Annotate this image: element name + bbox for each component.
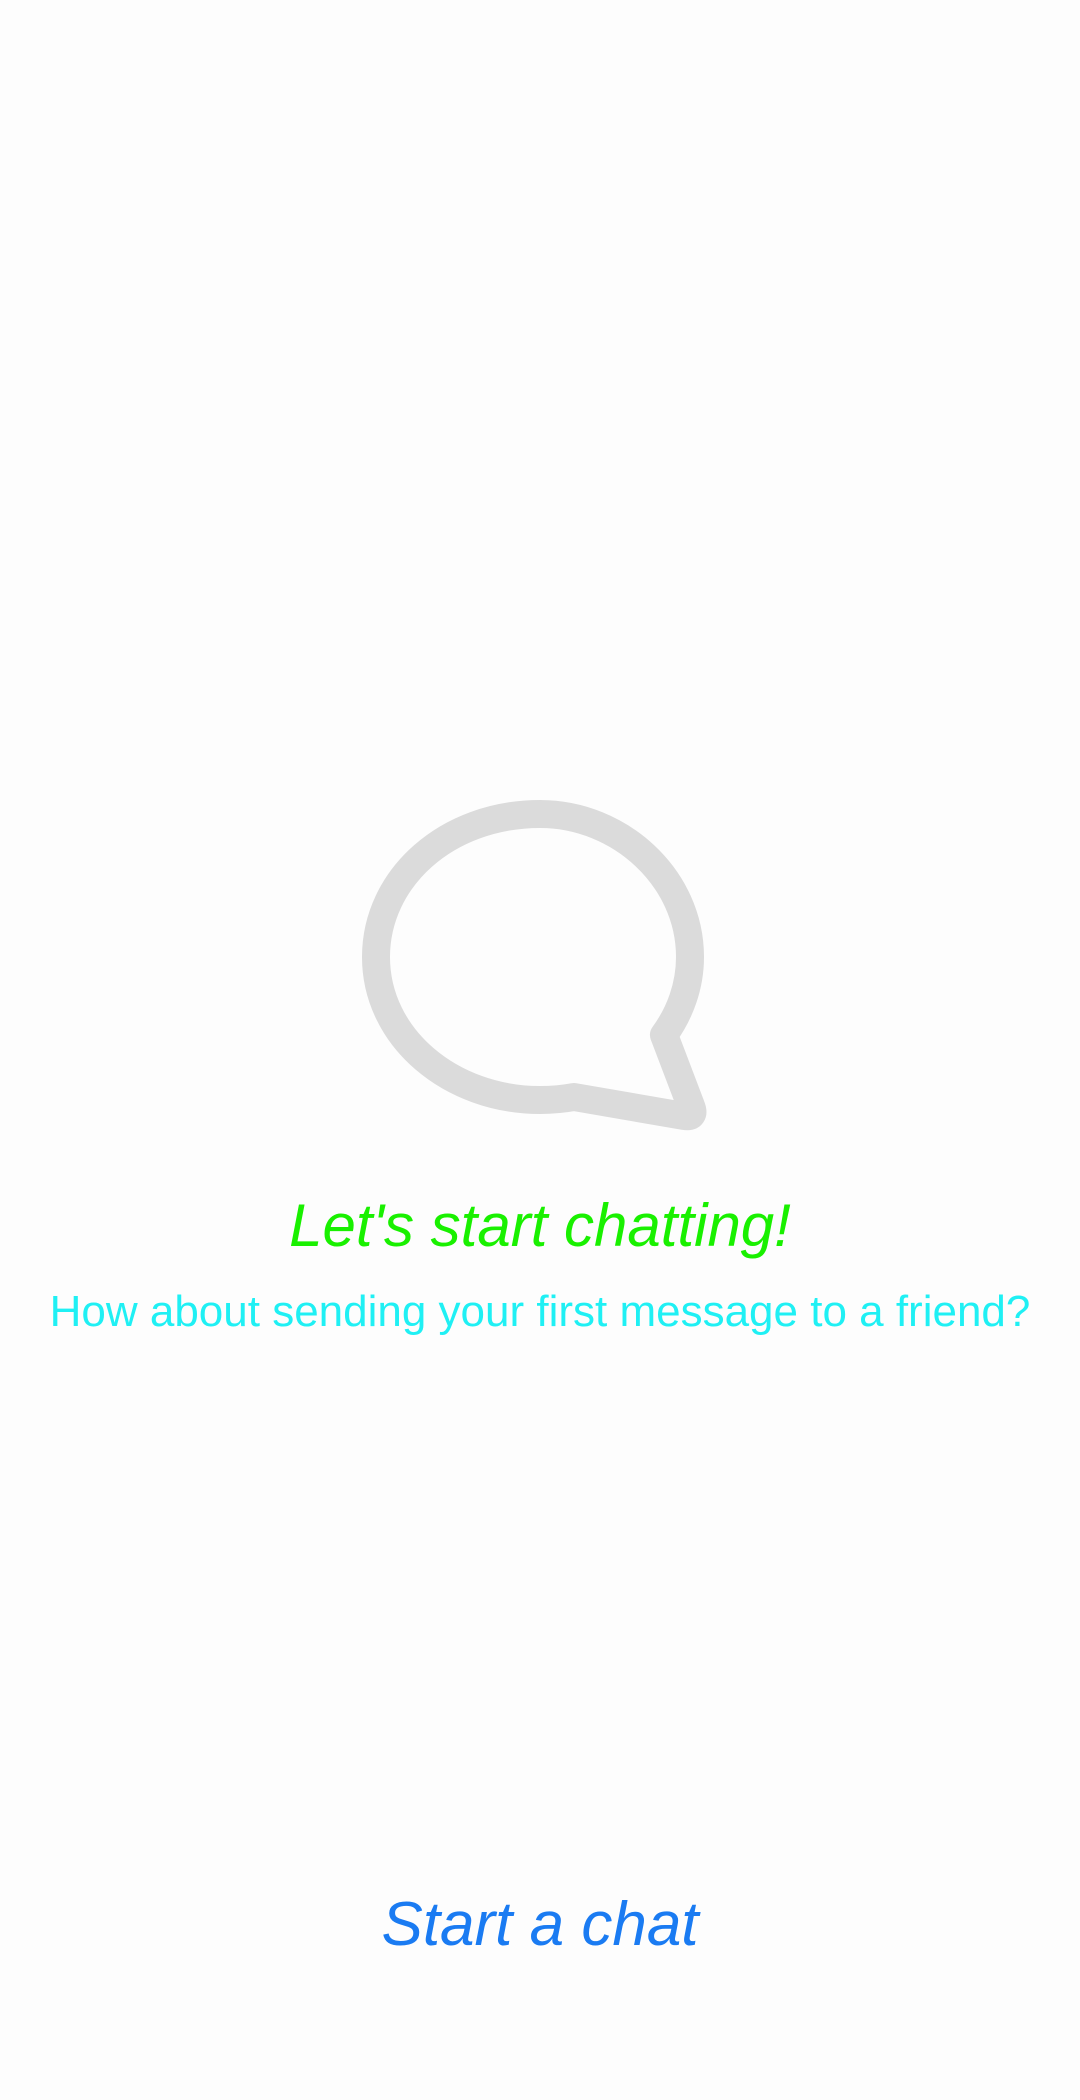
start-chat-button[interactable]: Start a chat <box>0 1894 1080 1956</box>
speech-bubble-icon <box>362 800 707 1131</box>
chats-empty-screen: Let's start chatting! How about sending … <box>0 0 1080 2100</box>
empty-state-title: Let's start chatting! <box>289 1192 791 1259</box>
empty-state: Let's start chatting! How about sending … <box>0 800 1080 1336</box>
empty-state-subtitle: How about sending your first message to … <box>49 1287 1031 1336</box>
